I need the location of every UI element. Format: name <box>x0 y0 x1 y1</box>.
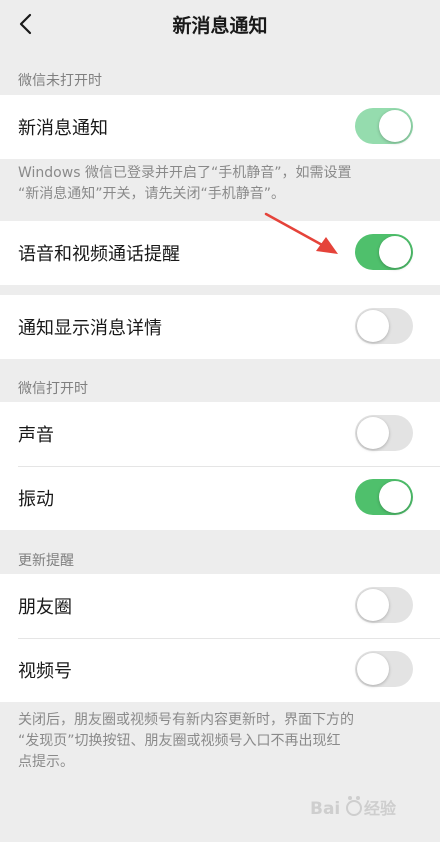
group-show-details: 通知显示消息详情 <box>0 295 440 359</box>
setting-label: 语音和视频通话提醒 <box>18 244 180 265</box>
toggle-knob <box>357 310 389 342</box>
navigation-bar: 新消息通知 <box>0 0 440 50</box>
setting-label: 通知显示消息详情 <box>18 318 162 339</box>
toggle-knob <box>357 589 389 621</box>
group-new-message: 新消息通知 <box>0 95 440 159</box>
setting-row-voice-video: 语音和视频通话提醒 <box>0 221 440 285</box>
setting-row-vibrate: 振动 <box>0 466 440 530</box>
toggle-knob <box>357 417 389 449</box>
updates-note: 关闭后，朋友圈或视频号有新内容更新时，界面下方的 “发现页”切换按钮、朋友圈或视… <box>18 712 354 770</box>
setting-row-new-message: 新消息通知 <box>0 95 440 159</box>
section-header-app-closed: 微信未打开时 <box>18 73 102 89</box>
toggle-knob <box>357 653 389 685</box>
toggle-knob <box>379 481 411 513</box>
setting-row-show-details: 通知显示消息详情 <box>0 295 440 359</box>
setting-row-channels: 视频号 <box>0 638 440 702</box>
setting-label: 振动 <box>18 489 54 510</box>
setting-row-sound: 声音 <box>0 402 440 466</box>
toggle-knob <box>379 110 411 142</box>
setting-label: 视频号 <box>18 661 72 682</box>
show-details-toggle[interactable] <box>355 308 413 344</box>
vibrate-toggle[interactable] <box>355 479 413 515</box>
sound-toggle[interactable] <box>355 415 413 451</box>
baidu-watermark-logo: Bai 经验 <box>308 790 418 824</box>
group-updates: 朋友圈 视频号 <box>0 574 440 702</box>
svg-text:Bai: Bai <box>310 799 340 819</box>
voice-video-toggle[interactable] <box>355 234 413 270</box>
group-voice-video: 语音和视频通话提醒 <box>0 221 440 285</box>
moments-toggle[interactable] <box>355 587 413 623</box>
page-title: 新消息通知 <box>172 15 268 37</box>
toggle-knob <box>379 236 411 268</box>
section-header-updates: 更新提醒 <box>18 553 74 569</box>
setting-label: 声音 <box>18 425 54 446</box>
svg-text:经验: 经验 <box>364 799 397 818</box>
channels-toggle[interactable] <box>355 651 413 687</box>
setting-label: 新消息通知 <box>18 118 108 139</box>
setting-label: 朋友圈 <box>18 597 72 618</box>
section-header-app-open: 微信打开时 <box>18 381 88 397</box>
new-message-toggle[interactable] <box>355 108 413 144</box>
group-app-open: 声音 振动 <box>0 402 440 530</box>
annotation-arrow-icon <box>264 212 338 254</box>
setting-row-moments: 朋友圈 <box>0 574 440 638</box>
windows-mute-note: Windows 微信已登录并开启了“手机静音”，如需设置 “新消息通知”开关，请… <box>18 165 352 202</box>
